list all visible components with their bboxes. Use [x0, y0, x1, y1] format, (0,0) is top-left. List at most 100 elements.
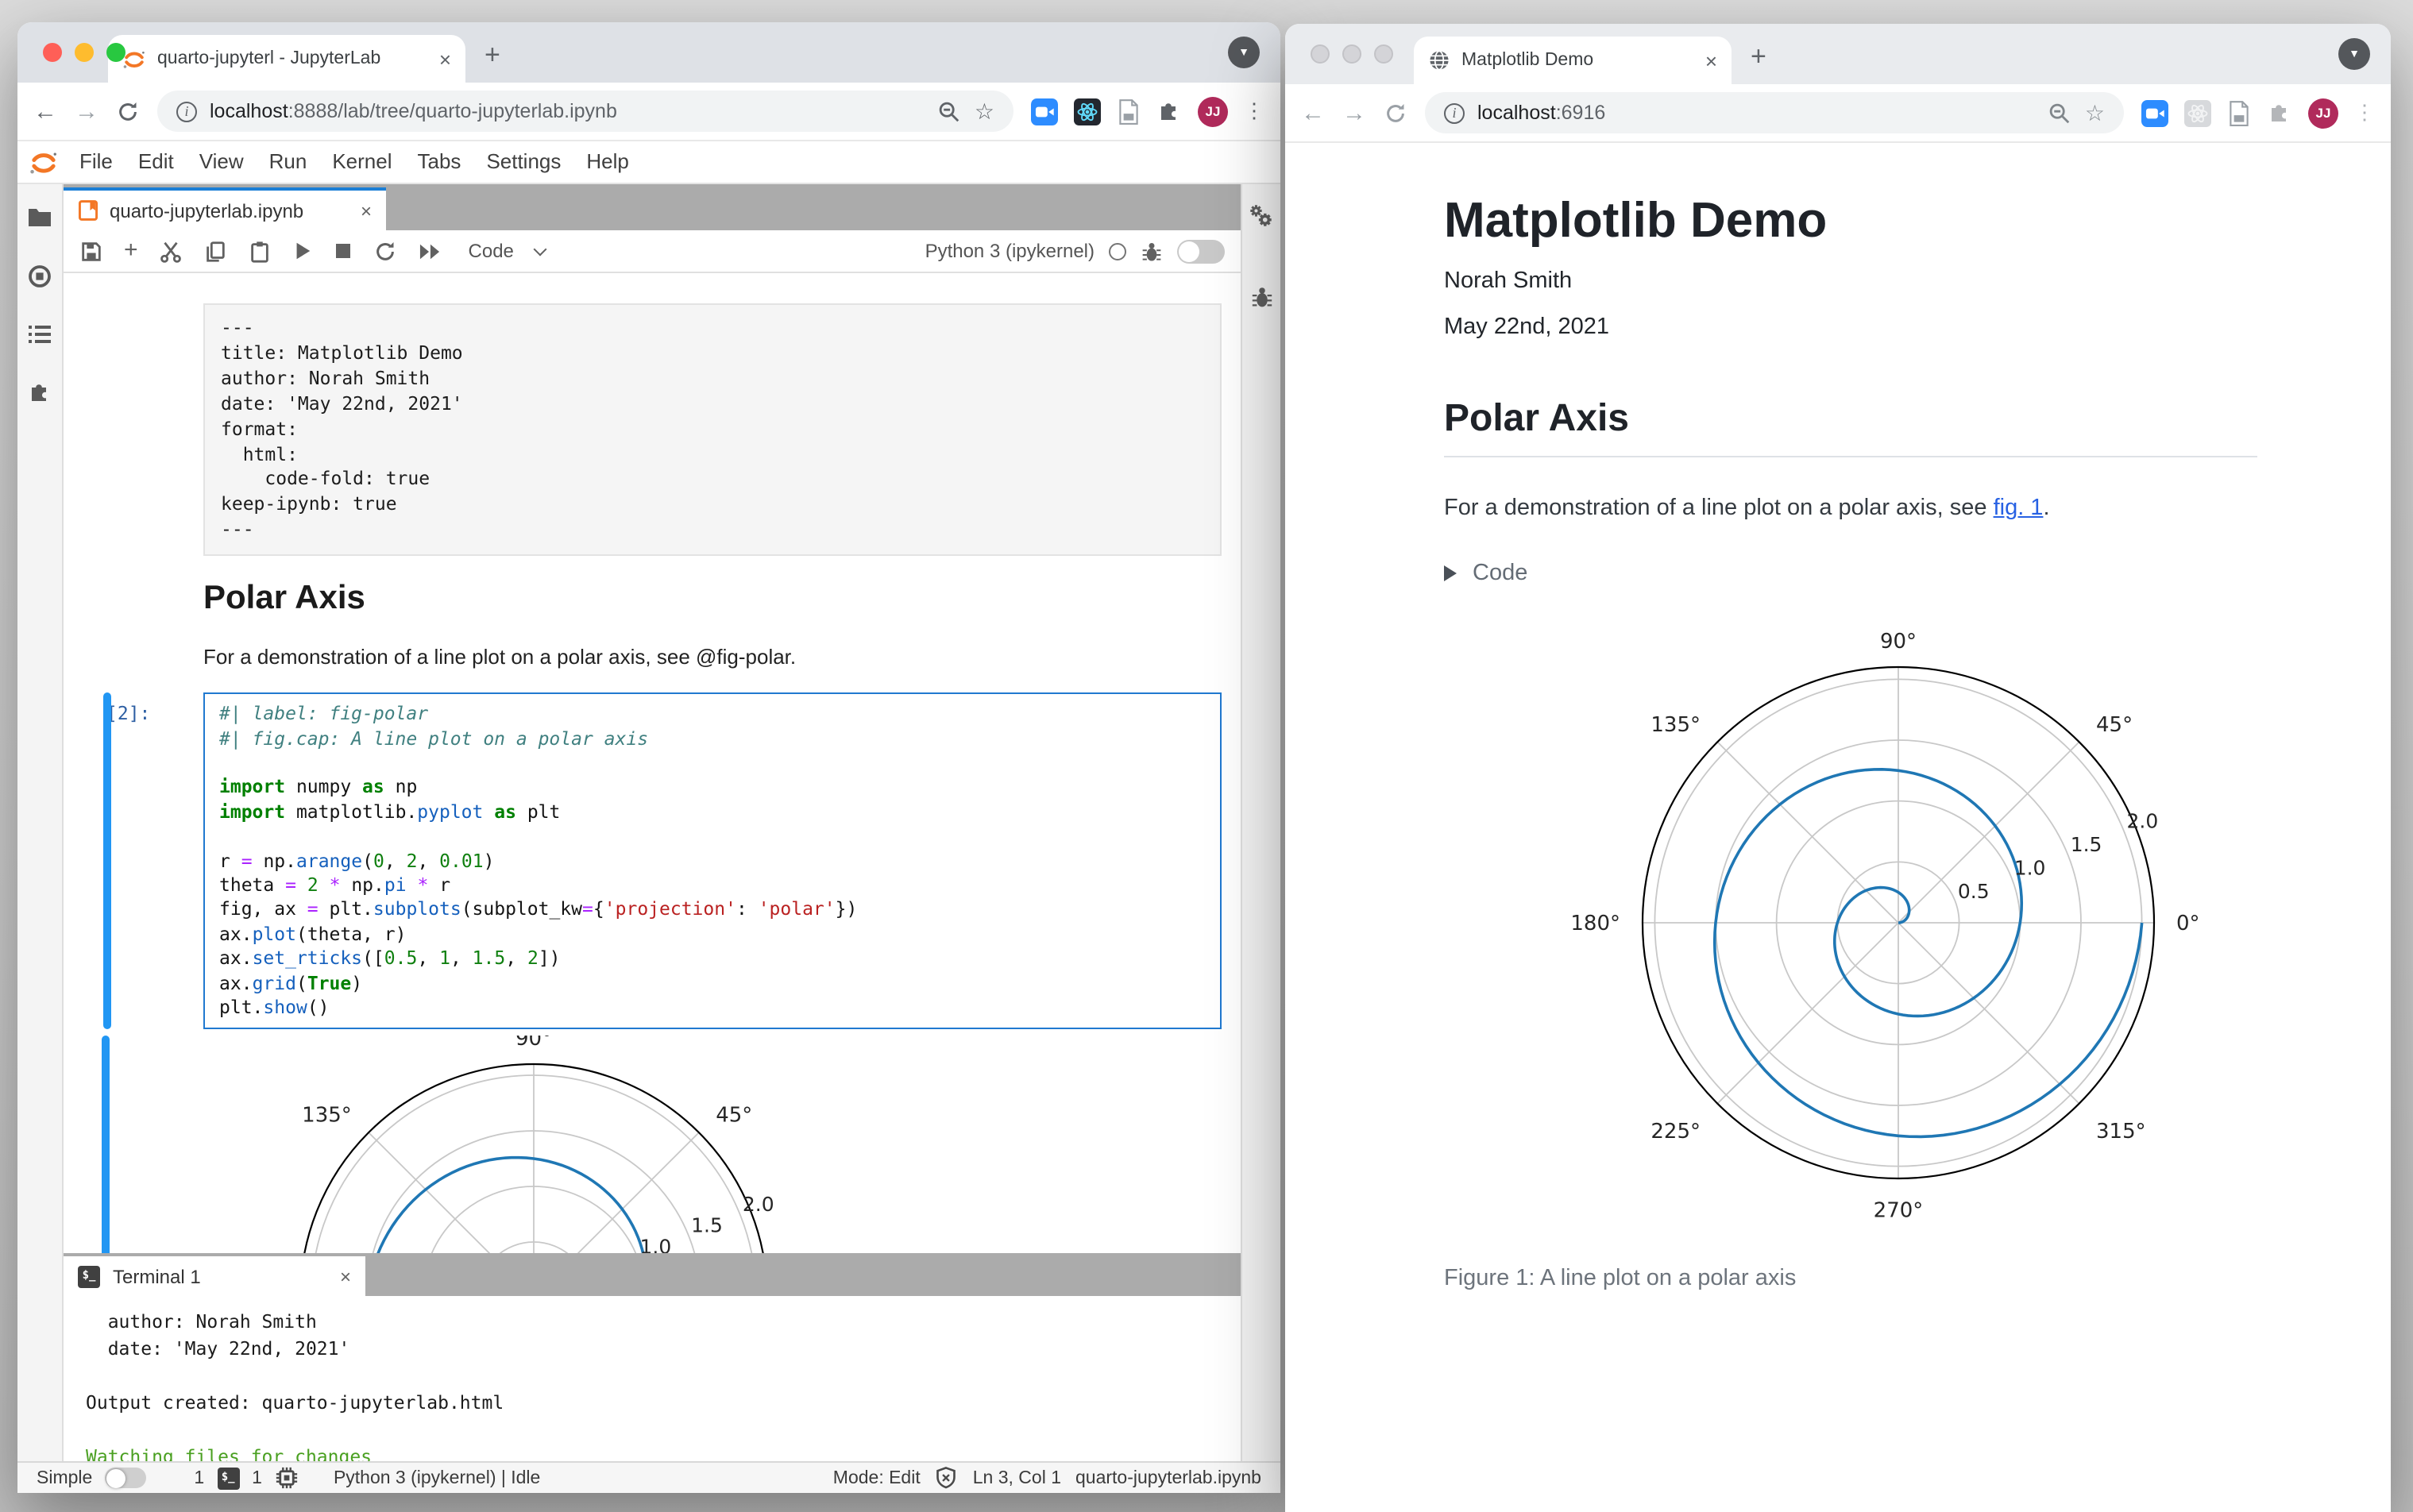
close-notebook-tab-icon[interactable]: ×	[361, 199, 372, 222]
new-tab-button[interactable]: +	[1751, 41, 1766, 73]
puzzle-extensions-icon[interactable]	[2267, 100, 2292, 125]
kernel-count[interactable]: 1	[252, 1468, 262, 1487]
restart-run-all-button[interactable]	[418, 241, 442, 261]
svg-text:180°: 180°	[1570, 912, 1620, 935]
restart-kernel-button[interactable]	[373, 239, 397, 263]
add-cell-button[interactable]: +	[124, 236, 138, 263]
menu-item-help[interactable]: Help	[573, 149, 642, 173]
reload-button[interactable]	[116, 99, 140, 123]
new-tab-button[interactable]: +	[485, 40, 500, 71]
debugger-sidebar-icon[interactable]	[1249, 284, 1273, 310]
react-devtools-extension-icon[interactable]	[1074, 98, 1101, 125]
maximize-window-button[interactable]	[1374, 44, 1393, 64]
terminal-output[interactable]: author: Norah Smith date: 'May 22nd, 202…	[64, 1296, 1241, 1461]
zoom-out-icon[interactable]	[938, 99, 962, 123]
menu-item-edit[interactable]: Edit	[125, 149, 187, 173]
run-cell-button[interactable]	[292, 240, 313, 262]
svg-text:315°: 315°	[2096, 1120, 2146, 1144]
terminal-line: date: 'May 22nd, 2021'	[86, 1337, 350, 1360]
interrupt-kernel-button[interactable]	[334, 241, 353, 260]
code-fold-disclosure[interactable]: Code	[1444, 561, 2257, 586]
reload-button[interactable]	[1384, 101, 1407, 125]
zoom-out-icon[interactable]	[2048, 101, 2072, 125]
back-button[interactable]: ←	[1301, 99, 1325, 126]
minimize-window-button[interactable]	[75, 43, 94, 62]
menu-item-file[interactable]: File	[67, 149, 125, 173]
zoom-app-extension-icon[interactable]	[2141, 99, 2168, 126]
menu-item-tabs[interactable]: Tabs	[405, 149, 474, 173]
extension-manager-icon[interactable]	[27, 380, 52, 405]
simple-mode-toggle[interactable]	[105, 1468, 147, 1488]
site-info-icon[interactable]: i	[1444, 102, 1465, 123]
profile-avatar[interactable]: JJ	[1198, 96, 1228, 126]
notebook-tab-title: quarto-jupyterlab.ipynb	[110, 199, 304, 222]
menu-item-run[interactable]: Run	[257, 149, 320, 173]
debugger-toggle[interactable]	[1177, 239, 1225, 263]
close-window-button[interactable]	[43, 43, 62, 62]
puzzle-extensions-icon[interactable]	[1156, 98, 1182, 124]
react-devtools-extension-icon[interactable]	[2184, 99, 2211, 126]
output-collapser-bar[interactable]	[102, 1036, 110, 1253]
downloads-button[interactable]: ▼	[1228, 37, 1260, 68]
cell-type-dropdown[interactable]: Code	[469, 240, 548, 262]
editor-mode[interactable]: Mode: Edit	[833, 1468, 921, 1487]
forward-button[interactable]: →	[75, 98, 98, 125]
property-inspector-icon[interactable]	[1248, 203, 1275, 230]
figure-reference-link[interactable]: fig. 1	[1994, 496, 2044, 521]
kernel-status-icon[interactable]	[1109, 242, 1126, 260]
menu-item-view[interactable]: View	[187, 149, 257, 173]
url-host: localhost	[1477, 102, 1556, 124]
save-button[interactable]	[79, 239, 103, 263]
close-window-button[interactable]	[1311, 44, 1330, 64]
menu-item-kernel[interactable]: Kernel	[319, 149, 404, 173]
address-bar[interactable]: i localhost:8888/lab/tree/quarto-jupyter…	[157, 91, 1013, 132]
right-activity-bar	[1241, 184, 1280, 1461]
kernel-name-button[interactable]: Python 3 (ipykernel)	[925, 240, 1095, 262]
terminal-count[interactable]: 1	[194, 1468, 204, 1487]
browser-tab-title: quarto-jupyterl - JupyterLab	[157, 49, 381, 68]
paste-cells-button[interactable]	[248, 239, 272, 263]
code-cell[interactable]: [2]: #| label: fig-polar #| fig.cap: A li…	[103, 692, 1222, 1030]
cursor-position[interactable]: Ln 3, Col 1	[973, 1468, 1061, 1487]
close-terminal-tab-icon[interactable]: ×	[340, 1265, 351, 1287]
maximize-window-button[interactable]	[106, 43, 125, 62]
bookmark-star-icon[interactable]: ☆	[975, 98, 994, 125]
downloads-button[interactable]: ▼	[2338, 38, 2370, 70]
table-of-contents-icon[interactable]	[27, 324, 52, 345]
window-controls[interactable]	[1311, 44, 1393, 64]
terminal-tab[interactable]: $_ Terminal 1 ×	[64, 1256, 365, 1296]
forward-button[interactable]: →	[1342, 99, 1366, 126]
close-tab-icon[interactable]: ×	[1705, 48, 1717, 72]
document-extension-icon[interactable]	[2227, 99, 2251, 126]
document-extension-icon[interactable]	[1117, 98, 1141, 125]
cut-cells-button[interactable]	[159, 239, 183, 263]
browser-menu-icon[interactable]: ⋮	[1244, 98, 1264, 124]
browser-menu-icon[interactable]: ⋮	[2354, 100, 2375, 125]
yaml-raw-cell[interactable]: --- title: Matplotlib Demo author: Norah…	[203, 303, 1222, 557]
copy-cells-button[interactable]	[203, 239, 227, 263]
notebook-content[interactable]: --- title: Matplotlib Demo author: Norah…	[64, 273, 1241, 1253]
code-line: r = np.arange(0, 2, 0.01)	[219, 849, 495, 872]
zoom-app-extension-icon[interactable]	[1031, 98, 1058, 125]
file-browser-icon[interactable]	[27, 206, 52, 229]
input-collapser-bar[interactable]	[103, 692, 111, 1030]
paragraph-text: For a demonstration of a line plot on a …	[1444, 496, 1994, 521]
browser-tab[interactable]: quarto-jupyterl - JupyterLab ×	[108, 35, 465, 83]
notebook-tab[interactable]: quarto-jupyterlab.ipynb ×	[64, 187, 386, 230]
debugger-bug-icon[interactable]	[1141, 239, 1163, 263]
kernel-status-text[interactable]: Python 3 (ipykernel) | Idle	[334, 1468, 540, 1487]
profile-avatar[interactable]: JJ	[2308, 98, 2338, 128]
minimize-window-button[interactable]	[1342, 44, 1361, 64]
notebook-file-icon	[78, 200, 98, 221]
window-controls[interactable]	[43, 43, 125, 62]
running-sessions-icon[interactable]	[27, 264, 52, 289]
bookmark-star-icon[interactable]: ☆	[2085, 99, 2105, 126]
code-line: #| fig.cap: A line plot on a polar axis	[219, 727, 649, 750]
browser-tab[interactable]: Matplotlib Demo ×	[1414, 37, 1732, 84]
menu-item-settings[interactable]: Settings	[473, 149, 573, 173]
back-button[interactable]: ←	[33, 98, 57, 125]
site-info-icon[interactable]: i	[176, 101, 197, 122]
address-bar[interactable]: i localhost:6916 ☆	[1425, 92, 2124, 133]
close-tab-icon[interactable]: ×	[439, 47, 451, 71]
